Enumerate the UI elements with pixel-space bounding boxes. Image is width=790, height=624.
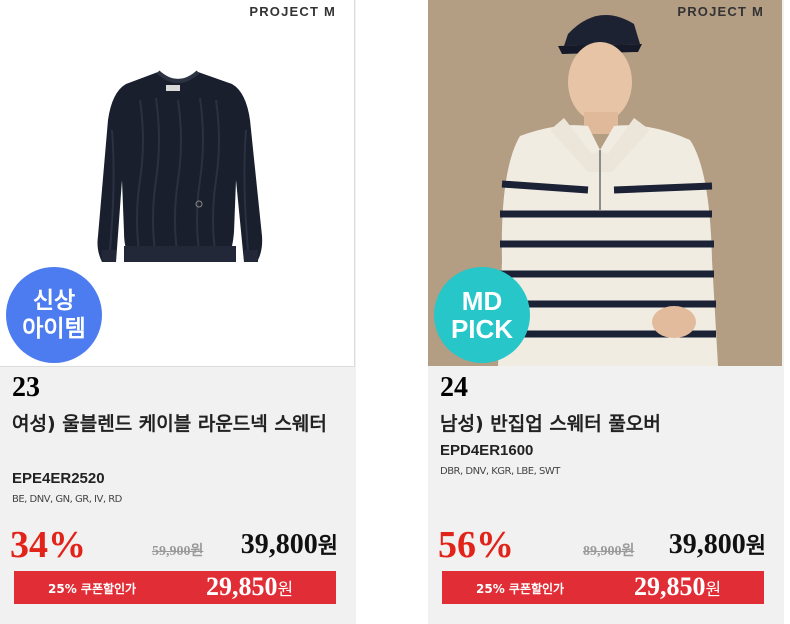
coupon-price-bar[interactable]: 25% 쿠폰할인가 29,850원: [14, 571, 336, 604]
coupon-price-currency: 원: [277, 580, 294, 600]
color-options: BE, DNV, GN, GR, IV, RD: [12, 494, 122, 505]
coupon-price-value: 29,850: [634, 572, 706, 601]
md-pick-badge: MD PICK: [434, 267, 530, 363]
new-item-badge: 신상 아이템: [6, 267, 102, 363]
coupon-label: 25% 쿠폰할인가: [48, 582, 137, 596]
coupon-price-bar[interactable]: 25% 쿠폰할인가 29,850원: [442, 571, 764, 604]
sale-price-value: 39,800: [240, 529, 318, 560]
sale-price: 39,800원: [241, 528, 338, 561]
product-rank: 23: [12, 372, 40, 403]
discount-rate: 34%: [10, 524, 86, 566]
coupon-price: 29,850원: [634, 572, 721, 602]
coupon-price-value: 29,850: [206, 572, 278, 601]
original-price: 89,900원: [583, 544, 635, 559]
brand-logo: PROJECT M: [249, 4, 336, 19]
product-image[interactable]: PROJECT M MD PICK: [428, 0, 782, 366]
badge-line-1: 신상: [32, 288, 76, 314]
product-code: EPD4ER1600: [440, 442, 534, 459]
discount-rate: 56%: [438, 524, 514, 566]
badge-line-2: PICK: [450, 314, 514, 344]
sale-price: 39,800원: [669, 528, 766, 561]
brand-logo: PROJECT M: [677, 4, 764, 19]
product-name[interactable]: 여성) 울블렌드 케이블 라운드넥 스웨터: [12, 410, 342, 438]
product-code: EPE4ER2520: [12, 470, 105, 487]
product-name[interactable]: 남성) 반집업 스웨터 풀오버: [440, 410, 770, 438]
coupon-price: 29,850원: [206, 572, 293, 602]
sale-price-value: 39,800: [668, 529, 746, 560]
product-rank: 24: [440, 372, 468, 403]
product-card[interactable]: PROJECT M 신상 아이템 23 여성) 울블렌드 케이블 라운드넥 스웨…: [0, 0, 356, 624]
sale-price-currency: 원: [317, 534, 338, 559]
coupon-label: 25% 쿠폰할인가: [476, 582, 565, 596]
coupon-price-currency: 원: [705, 580, 722, 600]
product-card[interactable]: PROJECT M MD PICK 24 남성) 반집업 스웨터 풀오버 EPD…: [428, 0, 784, 624]
badge-line-1: MD: [461, 286, 503, 316]
color-options: DBR, DNV, KGR, LBE, SWT: [440, 466, 560, 477]
product-image[interactable]: PROJECT M 신상 아이템: [0, 0, 355, 367]
original-price: 59,900원: [152, 544, 204, 559]
badge-line-2: 아이템: [22, 316, 86, 342]
sale-price-currency: 원: [745, 534, 766, 559]
